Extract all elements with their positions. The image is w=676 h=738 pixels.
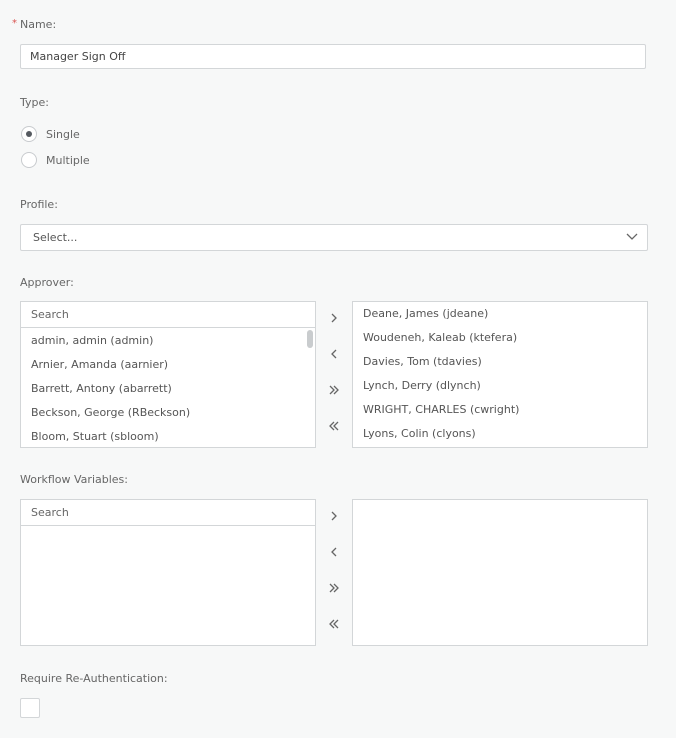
workflow-variables-search-input[interactable]: Search (21, 500, 315, 526)
approver-label: Approver: (20, 276, 74, 289)
profile-select-value: Select... (33, 231, 78, 244)
list-item[interactable]: Beckson, George (RBeckson) (21, 401, 315, 425)
name-input[interactable] (20, 44, 646, 69)
profile-select[interactable]: Select... (20, 224, 648, 251)
name-label-text: Name: (20, 18, 57, 31)
approver-list-scrollbar[interactable] (307, 330, 313, 348)
chevron-left-icon (331, 349, 337, 359)
list-item[interactable]: Arnier, Amanda (aarnier) (21, 353, 315, 377)
approver-selected-list[interactable]: Deane, James (jdeane) Woudeneh, Kaleab (… (352, 301, 648, 448)
list-item[interactable]: Lyons, Colin (clyons) (353, 422, 647, 446)
workflow-variables-selected-list[interactable] (352, 499, 648, 646)
required-marker: * (12, 18, 17, 29)
chevron-right-icon (331, 313, 337, 323)
radio-single[interactable] (21, 126, 37, 142)
list-item[interactable]: admin, admin (admin) (21, 329, 315, 353)
workflow-variables-available-list[interactable]: Search (20, 499, 316, 646)
type-option-multiple[interactable]: Multiple (21, 151, 90, 169)
variables-move-all-right-button[interactable] (327, 581, 341, 595)
list-item[interactable]: Deane, James (jdeane) (353, 302, 647, 326)
variables-move-right-button[interactable] (327, 509, 341, 523)
double-chevron-left-icon (329, 421, 339, 431)
variables-move-left-button[interactable] (327, 545, 341, 559)
type-label: Type: (20, 96, 49, 109)
radio-multiple-label: Multiple (46, 153, 90, 167)
radio-single-label: Single (46, 127, 80, 141)
profile-label: Profile: (20, 198, 58, 211)
approver-available-list[interactable]: Search admin, admin (admin) Arnier, Aman… (20, 301, 316, 448)
variables-move-all-left-button[interactable] (327, 617, 341, 631)
type-option-single[interactable]: Single (21, 125, 80, 143)
approver-search-input[interactable]: Search (21, 302, 315, 328)
reauth-label: Require Re-Authentication: (20, 672, 168, 685)
list-item[interactable]: Lynch, Derry (dlynch) (353, 374, 647, 398)
name-label: * Name: (12, 18, 57, 31)
workflow-variables-label: Workflow Variables: (20, 473, 128, 486)
list-item[interactable]: WRIGHT, CHARLES (cwright) (353, 398, 647, 422)
chevron-right-icon (331, 511, 337, 521)
radio-multiple[interactable] (21, 152, 37, 168)
double-chevron-left-icon (329, 619, 339, 629)
list-item[interactable]: Bloom, Stuart (sbloom) (21, 425, 315, 447)
list-item[interactable]: Woudeneh, Kaleab (ktefera) (353, 326, 647, 350)
double-chevron-right-icon (329, 583, 339, 593)
approver-move-left-button[interactable] (327, 347, 341, 361)
approver-move-right-button[interactable] (327, 311, 341, 325)
double-chevron-right-icon (329, 385, 339, 395)
list-item[interactable]: Barrett, Antony (abarrett) (21, 377, 315, 401)
chevron-left-icon (331, 547, 337, 557)
reauth-checkbox[interactable] (20, 698, 40, 718)
approver-move-all-left-button[interactable] (327, 419, 341, 433)
approver-move-all-right-button[interactable] (327, 383, 341, 397)
chevron-down-icon (626, 233, 638, 240)
list-item[interactable]: Davies, Tom (tdavies) (353, 350, 647, 374)
